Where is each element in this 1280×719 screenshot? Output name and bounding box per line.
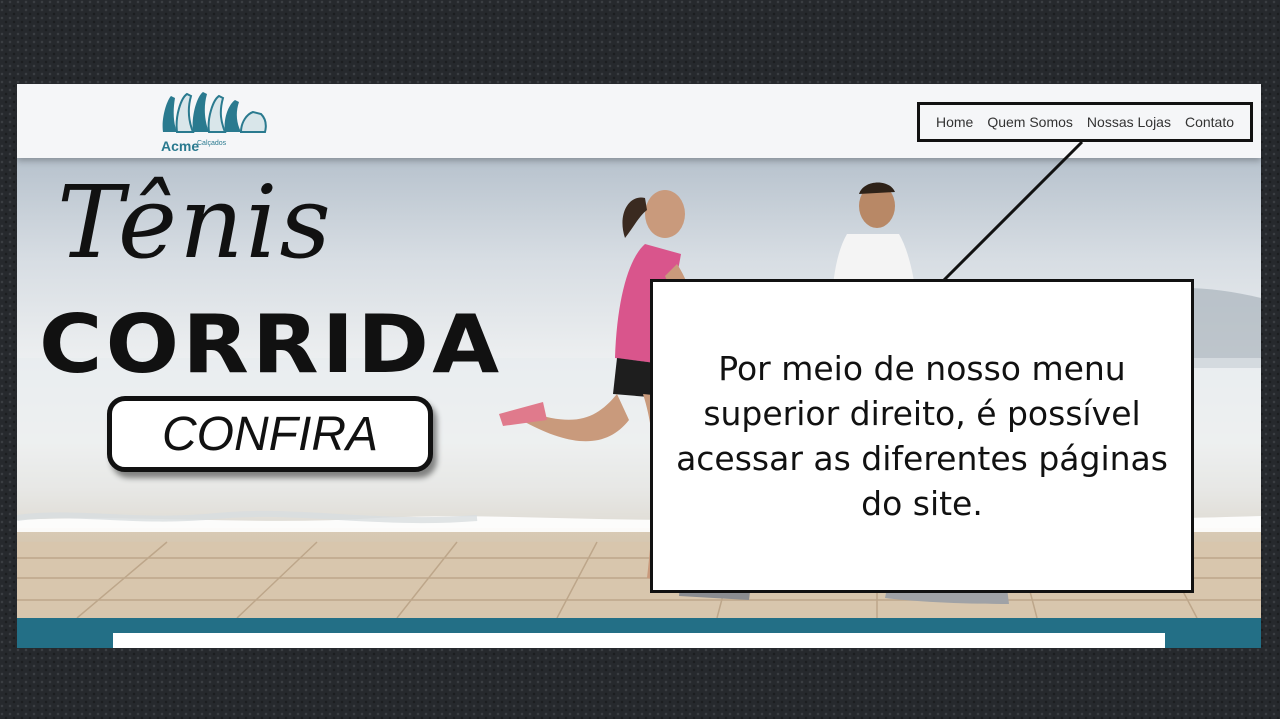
annotation-callout: Por meio de nosso menu superior direito,… [650, 279, 1194, 593]
callout-text: Por meio de nosso menu superior direito,… [676, 348, 1168, 524]
